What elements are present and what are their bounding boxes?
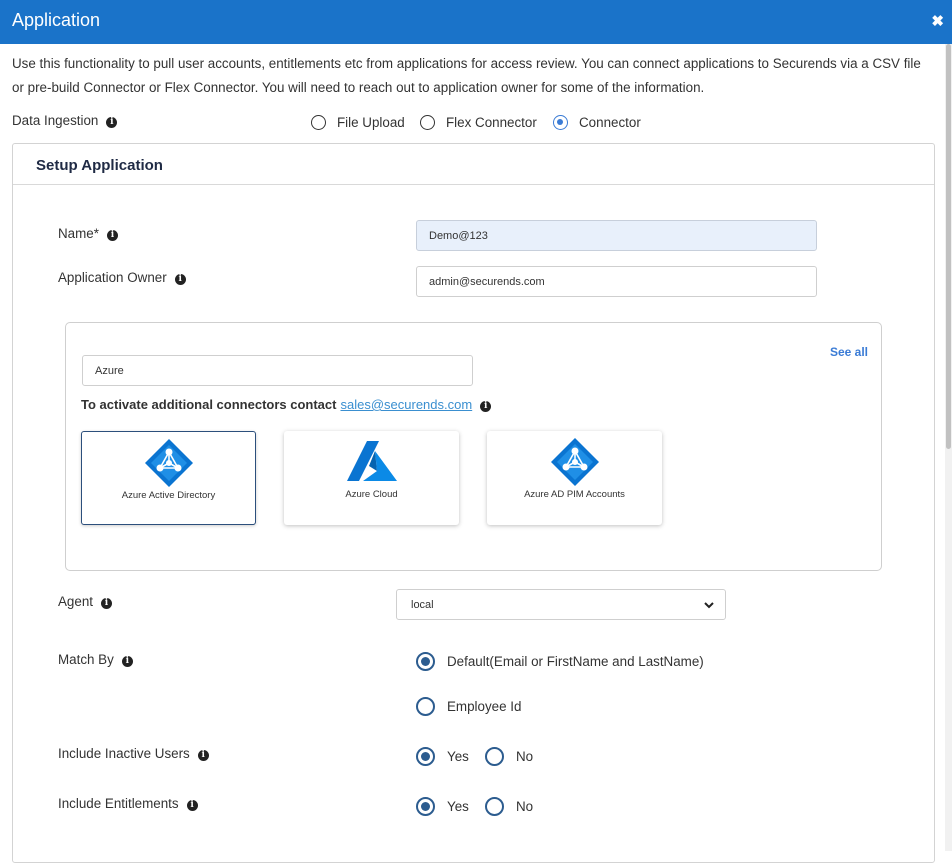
radio-circle-icon bbox=[416, 652, 435, 671]
activate-connectors-text: To activate additional connectors contac… bbox=[81, 397, 492, 412]
application-owner-label: Application Owner i bbox=[58, 270, 186, 285]
close-icon[interactable]: ✖ bbox=[931, 12, 944, 30]
connector-picker: See all Azure To activate additional con… bbox=[65, 322, 882, 571]
match-by-label-text: Match By bbox=[58, 652, 114, 667]
see-all-link[interactable]: See all bbox=[830, 345, 868, 359]
connector-card-label: Azure Cloud bbox=[345, 489, 398, 500]
radio-flex-connector[interactable]: Flex Connector bbox=[420, 115, 537, 130]
application-owner-label-text: Application Owner bbox=[58, 270, 167, 285]
connector-card-azure-ad-pim[interactable]: Azure AD PIM Accounts bbox=[487, 431, 662, 525]
setup-panel-title: Setup Application bbox=[36, 157, 163, 174]
scrollbar-thumb[interactable] bbox=[946, 44, 951, 449]
sales-email-link[interactable]: sales@securends.com bbox=[340, 397, 472, 412]
connector-card-azure-cloud[interactable]: Azure Cloud bbox=[284, 431, 459, 525]
connector-card-label: Azure Active Directory bbox=[121, 490, 216, 501]
info-icon: i bbox=[174, 274, 186, 285]
info-icon: i bbox=[197, 750, 209, 761]
include-inactive-label-text: Include Inactive Users bbox=[58, 746, 190, 761]
connector-search-input[interactable]: Azure bbox=[82, 355, 473, 386]
scrollbar[interactable] bbox=[945, 44, 952, 851]
radio-match-default[interactable]: Default(Email or FirstName and LastName) bbox=[416, 652, 704, 671]
agent-select[interactable]: local bbox=[396, 589, 726, 620]
name-field[interactable]: Demo@123 bbox=[416, 220, 817, 251]
info-icon: i bbox=[106, 230, 118, 241]
info-icon: i bbox=[480, 401, 492, 412]
radio-inactive-no-label: No bbox=[516, 749, 534, 764]
radio-circle-icon bbox=[416, 797, 435, 816]
match-by-label: Match By i bbox=[58, 652, 133, 667]
radio-match-employee-id-label: Employee Id bbox=[447, 699, 522, 714]
radio-circle-icon bbox=[416, 697, 435, 716]
activate-text: To activate additional connectors contac… bbox=[81, 397, 337, 412]
radio-match-default-label: Default(Email or FirstName and LastName) bbox=[447, 654, 704, 669]
radio-entitlements-yes[interactable]: Yes bbox=[416, 797, 469, 816]
radio-connector[interactable]: Connector bbox=[553, 115, 641, 130]
radio-inactive-yes[interactable]: Yes bbox=[416, 747, 469, 766]
azure-ad-icon bbox=[550, 438, 599, 486]
include-entitlements-label-text: Include Entitlements bbox=[58, 796, 179, 811]
radio-circle-icon bbox=[485, 797, 504, 816]
agent-select-value: local bbox=[411, 598, 434, 611]
azure-ad-icon bbox=[144, 439, 193, 487]
radio-circle-icon bbox=[416, 747, 435, 766]
setup-panel-header: Setup Application bbox=[13, 144, 934, 185]
radio-match-employee-id[interactable]: Employee Id bbox=[416, 697, 521, 716]
chevron-down-icon bbox=[704, 602, 714, 609]
info-icon: i bbox=[186, 800, 198, 811]
include-entitlements-label: Include Entitlements i bbox=[58, 796, 198, 811]
azure-logo-icon bbox=[346, 441, 397, 481]
data-ingestion-label: Data Ingestion i bbox=[12, 113, 118, 128]
info-icon: i bbox=[121, 656, 133, 667]
data-ingestion-label-text: Data Ingestion bbox=[12, 113, 99, 128]
intro-text: Use this functionality to pull user acco… bbox=[12, 56, 921, 95]
connector-card-azure-active-directory[interactable]: Azure Active Directory bbox=[81, 431, 256, 525]
radio-entitlements-yes-label: Yes bbox=[447, 799, 469, 814]
radio-connector-label: Connector bbox=[579, 115, 641, 130]
radio-flex-connector-label: Flex Connector bbox=[446, 115, 537, 130]
connector-card-label: Azure AD PIM Accounts bbox=[524, 489, 625, 500]
info-icon: i bbox=[101, 598, 112, 609]
radio-inactive-yes-label: Yes bbox=[447, 749, 469, 764]
radio-circle-icon bbox=[485, 747, 504, 766]
radio-circle-icon bbox=[420, 115, 435, 130]
radio-circle-icon bbox=[553, 115, 568, 130]
name-label: Name* i bbox=[58, 226, 118, 241]
agent-label: Agent i bbox=[58, 594, 112, 609]
radio-entitlements-no-label: No bbox=[516, 799, 534, 814]
radio-entitlements-no[interactable]: No bbox=[485, 797, 533, 816]
dialog-title: Application bbox=[12, 10, 101, 30]
dialog-titlebar: Application ✖ bbox=[0, 0, 952, 44]
name-label-text: Name* bbox=[58, 226, 99, 241]
agent-label-text: Agent bbox=[58, 594, 93, 609]
radio-file-upload[interactable]: File Upload bbox=[311, 115, 405, 130]
application-owner-field[interactable]: admin@securends.com bbox=[416, 266, 817, 297]
info-icon: i bbox=[106, 117, 118, 128]
radio-inactive-no[interactable]: No bbox=[485, 747, 533, 766]
include-inactive-label: Include Inactive Users i bbox=[58, 746, 209, 761]
radio-circle-icon bbox=[311, 115, 326, 130]
radio-file-upload-label: File Upload bbox=[337, 115, 405, 130]
